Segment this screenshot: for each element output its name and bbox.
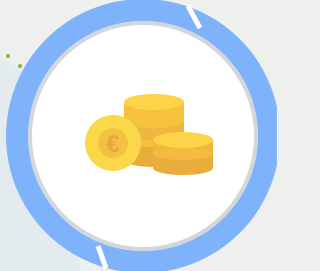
euro-coin: € — [85, 115, 141, 171]
euro-symbol: € — [106, 131, 119, 158]
coins-illustration: € — [0, 0, 277, 271]
coin-stack-front — [153, 132, 213, 175]
euro-coins-icon: € — [85, 94, 213, 175]
